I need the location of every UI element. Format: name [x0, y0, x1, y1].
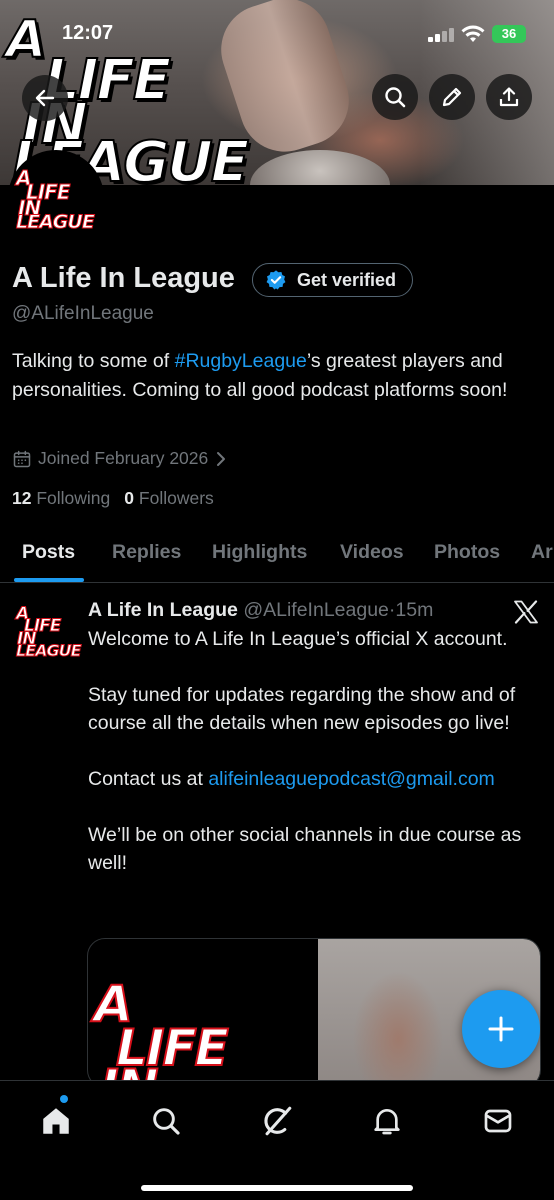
profile-tabs: Posts Replies Highlights Videos Photos A…	[0, 527, 554, 583]
following-count: 12	[12, 488, 32, 508]
bell-icon	[374, 1109, 400, 1135]
following-label: Following	[36, 488, 111, 508]
post-text: Stay tuned for updates regarding the sho…	[88, 684, 516, 734]
followers-count: 0	[124, 488, 135, 508]
profile-name: A Life In League	[12, 262, 235, 294]
mail-icon	[484, 1109, 512, 1133]
followers-link[interactable]: 0 Followers	[124, 488, 214, 509]
tab-replies[interactable]: Replies	[112, 541, 181, 564]
post-text: Contact us at alifeinleaguepodcast@gmail…	[88, 765, 540, 793]
email-link[interactable]: alifeinleaguepodcast@gmail.com	[208, 768, 494, 790]
post-author-name[interactable]: A Life In League	[88, 599, 238, 621]
post-time: 15m	[395, 599, 434, 621]
tab-highlights[interactable]: Highlights	[212, 541, 307, 564]
joined-date[interactable]: Joined February 2026	[12, 448, 228, 469]
bottom-navigation	[0, 1080, 554, 1200]
post-header: A Life In League @ALifeInLeague·15m	[88, 599, 433, 622]
search-button[interactable]	[372, 74, 418, 120]
following-link[interactable]: 12 Following	[12, 488, 110, 509]
battery-level: 36	[501, 26, 517, 41]
tab-videos[interactable]: Videos	[340, 541, 404, 564]
home-icon	[43, 1108, 69, 1134]
tab-posts[interactable]: Posts	[22, 541, 75, 564]
calendar-icon	[13, 450, 31, 467]
post-text: We’ll be on other social channels in due…	[88, 824, 522, 874]
share-button[interactable]	[486, 74, 532, 120]
nav-grok[interactable]	[257, 1101, 297, 1141]
post-avatar-logo-line: LEAGUE	[16, 641, 83, 660]
share-icon	[499, 87, 519, 107]
arrow-left-icon	[35, 89, 55, 107]
follow-stats: 12 Following 0 Followers	[12, 488, 214, 509]
joined-text: Joined February 2026	[38, 448, 209, 468]
profile-handle: @ALifeInLeague	[12, 303, 154, 324]
tab-articles[interactable]: Ar	[531, 541, 553, 564]
banner-ball	[250, 150, 390, 185]
wifi-icon	[461, 25, 485, 42]
grok-icon	[264, 1106, 292, 1136]
notification-dot	[60, 1095, 68, 1103]
compose-button[interactable]	[462, 990, 540, 1068]
chevron-right-icon	[217, 451, 226, 466]
status-bar: 12:07 36	[0, 22, 554, 48]
status-time: 12:07	[62, 22, 114, 44]
tab-photos[interactable]: Photos	[434, 541, 500, 564]
x-logo-icon	[514, 600, 538, 624]
nav-messages[interactable]	[478, 1101, 518, 1141]
nav-search[interactable]	[146, 1101, 186, 1141]
post-avatar[interactable]: A LIFE IN LEAGUE	[14, 600, 82, 660]
get-verified-label: Get verified	[297, 269, 397, 290]
post-body: Welcome to A Life In League’s official X…	[88, 625, 540, 905]
edit-profile-button[interactable]	[429, 74, 475, 120]
battery-indicator: 36	[492, 25, 526, 43]
plus-icon	[488, 1016, 514, 1042]
get-verified-button[interactable]: Get verified	[252, 263, 414, 297]
pencil-icon	[442, 87, 462, 107]
followers-label: Followers	[138, 488, 214, 508]
verified-badge-icon	[266, 270, 286, 290]
search-icon	[385, 87, 406, 108]
home-indicator	[141, 1185, 413, 1191]
profile-bio: Talking to some of #RugbyLeague’s greate…	[12, 347, 532, 405]
nav-notifications[interactable]	[367, 1101, 407, 1141]
back-button[interactable]	[22, 75, 68, 121]
bio-text: Talking to some of	[12, 350, 175, 372]
hashtag-link[interactable]: #RugbyLeague	[175, 350, 307, 372]
avatar-logo: A LIFE IN LEAGUE	[14, 168, 96, 236]
active-tab-indicator	[14, 578, 84, 582]
nav-home[interactable]	[36, 1101, 76, 1141]
avatar-logo-line: LEAGUE	[16, 211, 96, 233]
post-author-handle[interactable]: @ALifeInLeague	[243, 599, 389, 621]
search-icon	[153, 1108, 180, 1135]
post-text: Welcome to A Life In League’s official X…	[88, 628, 508, 650]
post-text-prefix: Contact us at	[88, 768, 209, 790]
cellular-signal-icon	[428, 28, 458, 42]
